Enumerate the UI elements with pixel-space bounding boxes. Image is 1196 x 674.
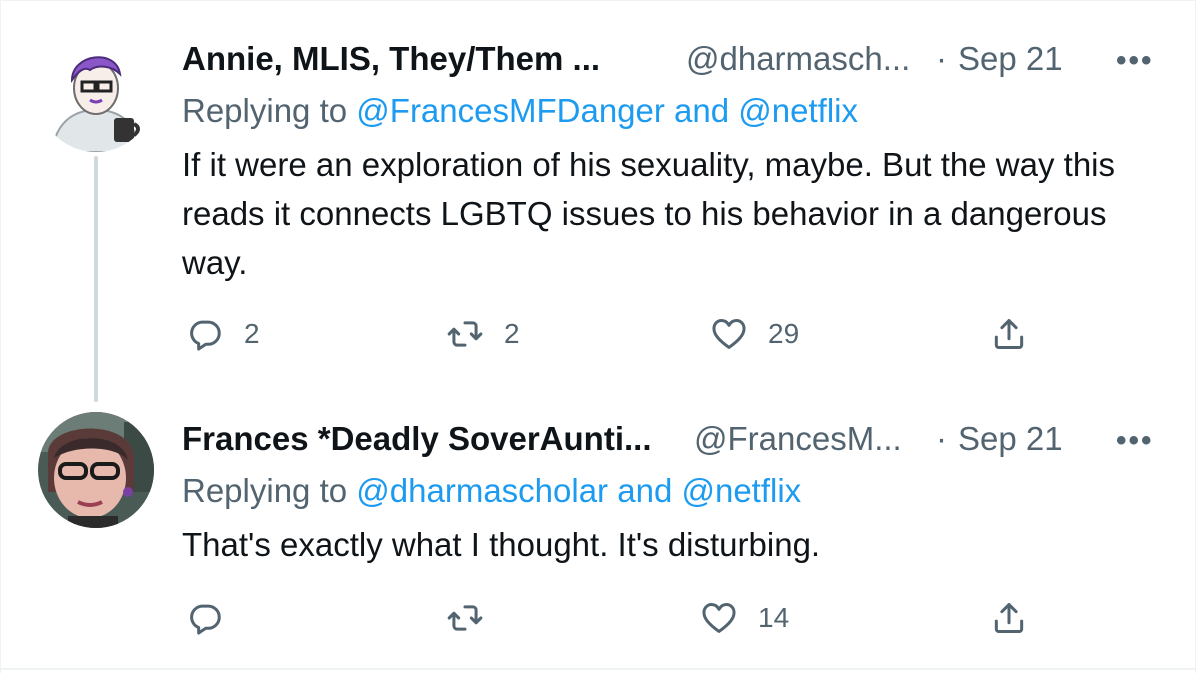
like-count: 14 [758,602,790,633]
tweet-date[interactable]: Sep 21 [958,420,1063,458]
like-icon [702,603,736,633]
share-icon [994,319,1024,349]
like-button[interactable]: 14 [700,598,789,638]
avatar-photo [38,412,154,528]
separator-dot: · [936,40,947,77]
mention-and: and [617,472,673,509]
mention-link[interactable]: @netflix [681,472,801,509]
tweet-text: If it were an exploration of his sexuali… [182,146,1116,281]
retweet-icon [447,321,483,347]
more-icon[interactable]: ••• [1116,424,1154,458]
tweet-date[interactable]: Sep 21 [958,40,1063,78]
reply-icon [190,604,221,635]
author-handle[interactable]: @dharmasch... [686,40,910,78]
replying-to: Replying to @dharmascholar and @netflix [182,472,801,510]
replying-to-label: Replying to [182,92,348,129]
bottom-divider [0,668,1196,670]
like-button[interactable]: 29 [710,314,799,354]
tweet-text: That's exactly what I thought. It's dist… [182,526,821,563]
avatar-frances[interactable] [38,412,154,528]
like-icon [712,319,746,349]
author-handle[interactable]: @FrancesM... [694,420,902,458]
more-icon[interactable]: ••• [1116,44,1154,78]
mention-link[interactable]: @netflix [738,92,858,129]
retweet-icon [447,605,483,631]
reply-icon [190,320,221,351]
separator-dot: · [936,420,947,457]
avatar-annie[interactable] [38,36,154,152]
reply-count: 2 [244,318,260,349]
share-button[interactable] [990,314,1028,354]
share-icon [994,603,1024,633]
mention-and: and [674,92,730,129]
retweet-button[interactable]: 2 [446,314,520,354]
author-name[interactable]: Frances *Deadly SoverAunti... [182,420,652,458]
like-count: 29 [768,318,800,349]
replying-to-label: Replying to [182,472,348,509]
replying-to: Replying to @FrancesMFDanger and @netfli… [182,92,858,130]
mention-link[interactable]: @FrancesMFDanger [356,92,665,129]
avatar-illustration [38,36,154,152]
retweet-count: 2 [504,318,520,349]
reply-button[interactable] [186,598,244,638]
author-name[interactable]: Annie, MLIS, They/Them ... [182,40,600,78]
thread-connector-line [94,156,98,402]
mention-link[interactable]: @dharmascholar [356,472,608,509]
reply-button[interactable]: 2 [186,314,260,354]
share-button[interactable] [990,598,1028,638]
retweet-button[interactable] [446,598,504,638]
